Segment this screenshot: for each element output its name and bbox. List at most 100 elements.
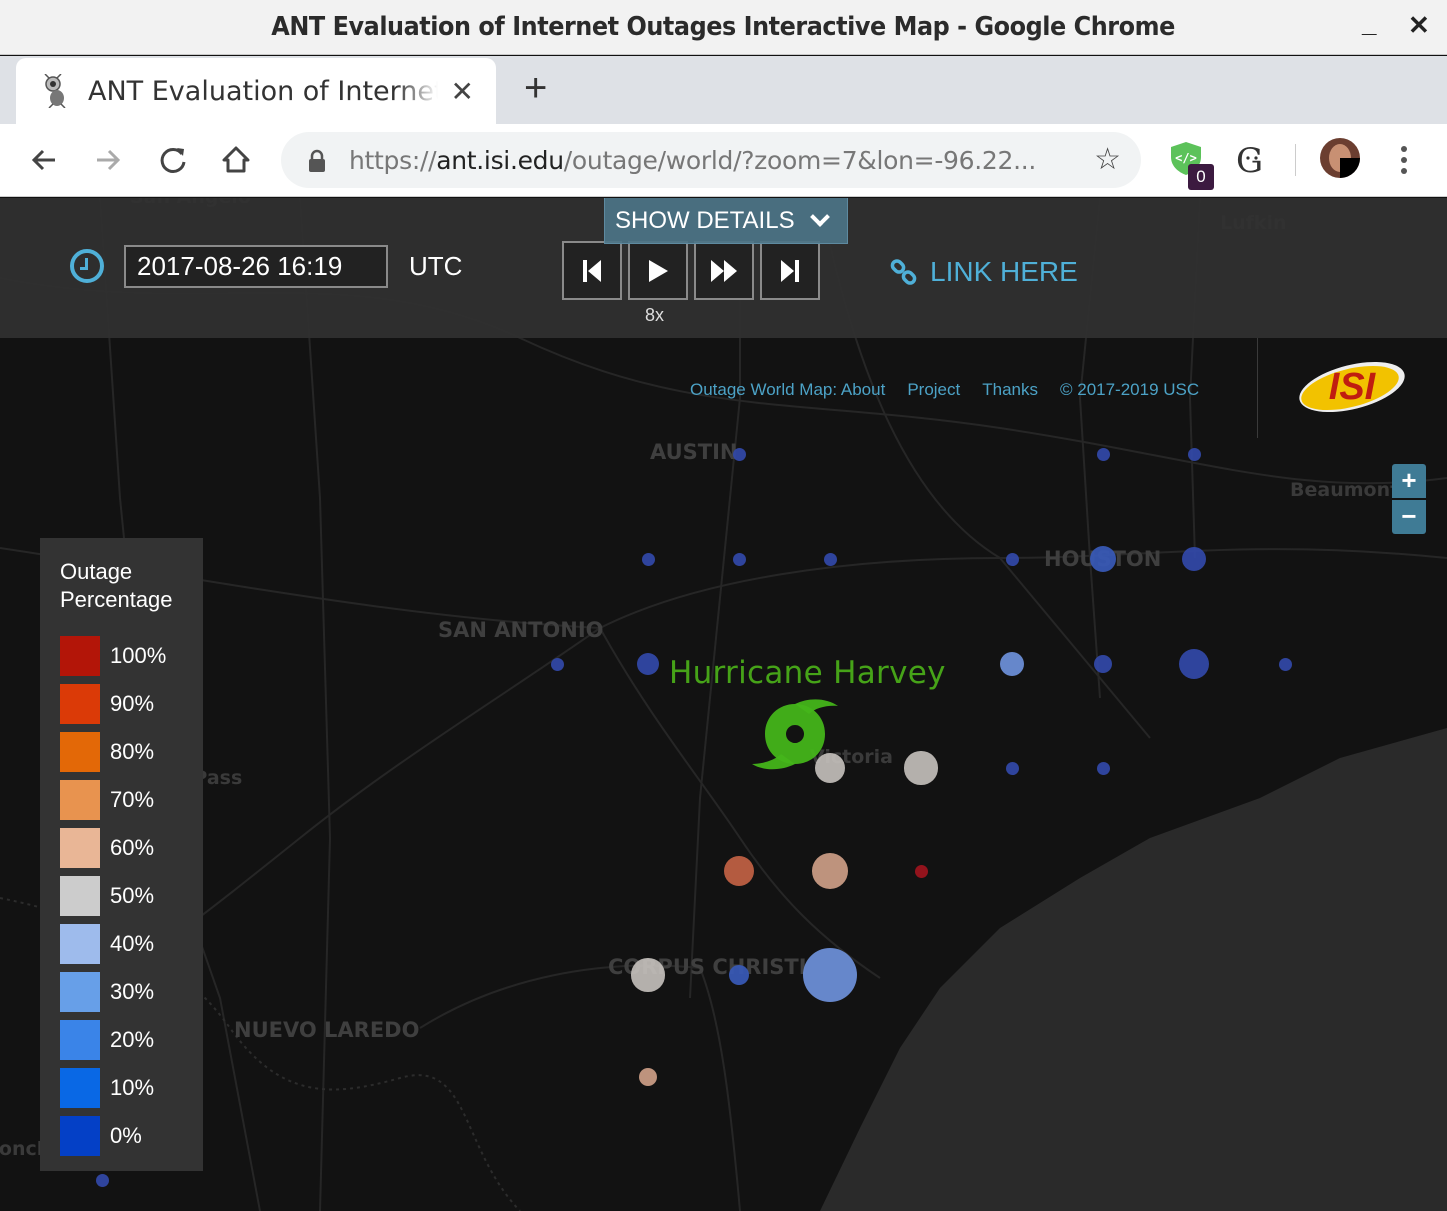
outage-dot[interactable]: [1278, 657, 1292, 671]
tab-close-button[interactable]: ✕: [451, 75, 474, 108]
tab-title: ANT Evaluation of Internet Outages Inter…: [88, 75, 438, 107]
new-tab-button[interactable]: +: [524, 66, 547, 111]
bookmark-star-icon[interactable]: ☆: [1094, 142, 1121, 177]
back-icon[interactable]: [26, 142, 62, 178]
extension-badge: 0: [1188, 164, 1214, 190]
chrome-menu-icon[interactable]: [1398, 144, 1410, 181]
outage-dot[interactable]: [732, 447, 746, 461]
project-link[interactable]: Project: [907, 380, 960, 400]
legend-item: 60%: [60, 824, 203, 872]
play-icon: [649, 259, 668, 282]
browser-toolbar: https://ant.isi.edu/outage/world/?zoom=7…: [0, 124, 1447, 197]
link-icon: [890, 259, 917, 285]
legend-label: 40%: [110, 931, 155, 956]
legend-swatch: [60, 828, 100, 868]
legend-label: 20%: [110, 1027, 155, 1052]
gulf-water: [820, 728, 1447, 1211]
outage-dot[interactable]: [1005, 552, 1019, 566]
forward-icon[interactable]: [90, 142, 126, 178]
show-details-button[interactable]: SHOW DETAILS: [604, 198, 848, 244]
outage-dot[interactable]: [724, 856, 754, 886]
legend-swatch: [60, 972, 100, 1012]
outage-dot[interactable]: [729, 965, 749, 985]
link-here-label: LINK HERE: [930, 256, 1078, 287]
outage-dot[interactable]: [550, 657, 564, 671]
outage-map[interactable]: San Angelo Lufkin AUSTIN Beaumont HOUSTO…: [0, 198, 1447, 1211]
skip-start-icon: [583, 259, 601, 282]
grammar-extension-icon[interactable]: G: [1234, 141, 1268, 183]
reload-icon[interactable]: [155, 142, 191, 178]
legend-item: 10%: [60, 1064, 203, 1112]
outage-dot[interactable]: [95, 1173, 109, 1187]
outage-dot[interactable]: [1096, 761, 1110, 775]
timezone-label: UTC: [409, 251, 463, 281]
outage-dot[interactable]: [914, 864, 928, 878]
outage-dot[interactable]: [1096, 447, 1110, 461]
legend-swatch: [60, 1020, 100, 1060]
credits-links: Outage World Map: About Project Thanks ©…: [690, 380, 1199, 400]
hurricane-label: Hurricane Harvey: [669, 655, 946, 691]
about-link[interactable]: Outage World Map: About: [690, 380, 885, 400]
legend-swatch: [60, 1068, 100, 1108]
legend-item: 70%: [60, 776, 203, 824]
legend-item: 100%: [60, 632, 203, 680]
skip-end-icon: [781, 259, 799, 282]
legend-label: 70%: [110, 787, 155, 812]
outage-dot[interactable]: [1005, 761, 1019, 775]
profile-avatar[interactable]: [1320, 138, 1360, 183]
browser-tab[interactable]: ANT Evaluation of Internet Outages Inter…: [16, 58, 496, 124]
outage-dot[interactable]: [1093, 654, 1113, 674]
legend-swatch: [60, 876, 100, 916]
city-label: Beaumont: [1290, 479, 1400, 501]
fast-forward-button[interactable]: [694, 241, 754, 300]
minimize-button[interactable]: _: [1362, 8, 1376, 39]
link-here-button[interactable]: LINK HERE: [890, 256, 1078, 288]
clock-icon[interactable]: [70, 249, 104, 283]
legend-item: 0%: [60, 1112, 203, 1160]
outage-dot[interactable]: [823, 552, 837, 566]
legend-swatch: [60, 1116, 100, 1156]
outage-dot[interactable]: [1179, 649, 1209, 679]
outage-dot[interactable]: [904, 751, 938, 785]
legend-label: 100%: [110, 643, 167, 668]
ant-favicon-icon: [38, 73, 74, 109]
outage-dot[interactable]: [732, 552, 746, 566]
city-label: AUSTIN: [650, 440, 738, 464]
copyright-link[interactable]: © 2017-2019 USC: [1060, 380, 1199, 400]
outage-dot[interactable]: [638, 1067, 658, 1087]
legend-item: 30%: [60, 968, 203, 1016]
outage-dot[interactable]: [641, 552, 655, 566]
legend-label: 90%: [110, 691, 155, 716]
window-close-button[interactable]: ✕: [1408, 10, 1430, 41]
skip-to-start-button[interactable]: [562, 241, 622, 300]
address-bar[interactable]: https://ant.isi.edu/outage/world/?zoom=7…: [281, 132, 1141, 188]
legend-label: 50%: [110, 883, 155, 908]
play-button[interactable]: [628, 241, 688, 300]
svg-text:ISI: ISI: [1329, 366, 1377, 408]
legend-item: 80%: [60, 728, 203, 776]
skip-to-end-button[interactable]: [760, 241, 820, 300]
outage-dot[interactable]: [802, 947, 858, 1003]
fast-forward-icon: [711, 259, 737, 282]
svg-text:</>: </>: [1175, 151, 1197, 165]
thanks-link[interactable]: Thanks: [982, 380, 1038, 400]
outage-dot[interactable]: [631, 958, 665, 992]
chevron-down-icon: [809, 206, 830, 227]
home-icon[interactable]: [218, 142, 254, 178]
legend-label: 60%: [110, 835, 155, 860]
legend-swatch: [60, 924, 100, 964]
playback-speed: 8x: [645, 305, 665, 325]
legend-item: 50%: [60, 872, 203, 920]
url-text[interactable]: https://ant.isi.edu/outage/world/?zoom=7…: [349, 146, 1036, 175]
zoom-in-button[interactable]: +: [1392, 464, 1426, 498]
svg-text:G: G: [1236, 142, 1263, 178]
outage-dot[interactable]: [812, 853, 848, 889]
legend-label: 30%: [110, 979, 155, 1004]
isi-logo[interactable]: ISI: [1296, 350, 1408, 416]
datetime-input[interactable]: [124, 245, 388, 288]
zoom-out-button[interactable]: −: [1392, 500, 1426, 534]
outage-dot[interactable]: [1187, 447, 1201, 461]
legend-label: 80%: [110, 739, 155, 764]
city-label: SAN ANTONIO: [438, 618, 604, 642]
city-label: NUEVO LAREDO: [234, 1018, 420, 1042]
